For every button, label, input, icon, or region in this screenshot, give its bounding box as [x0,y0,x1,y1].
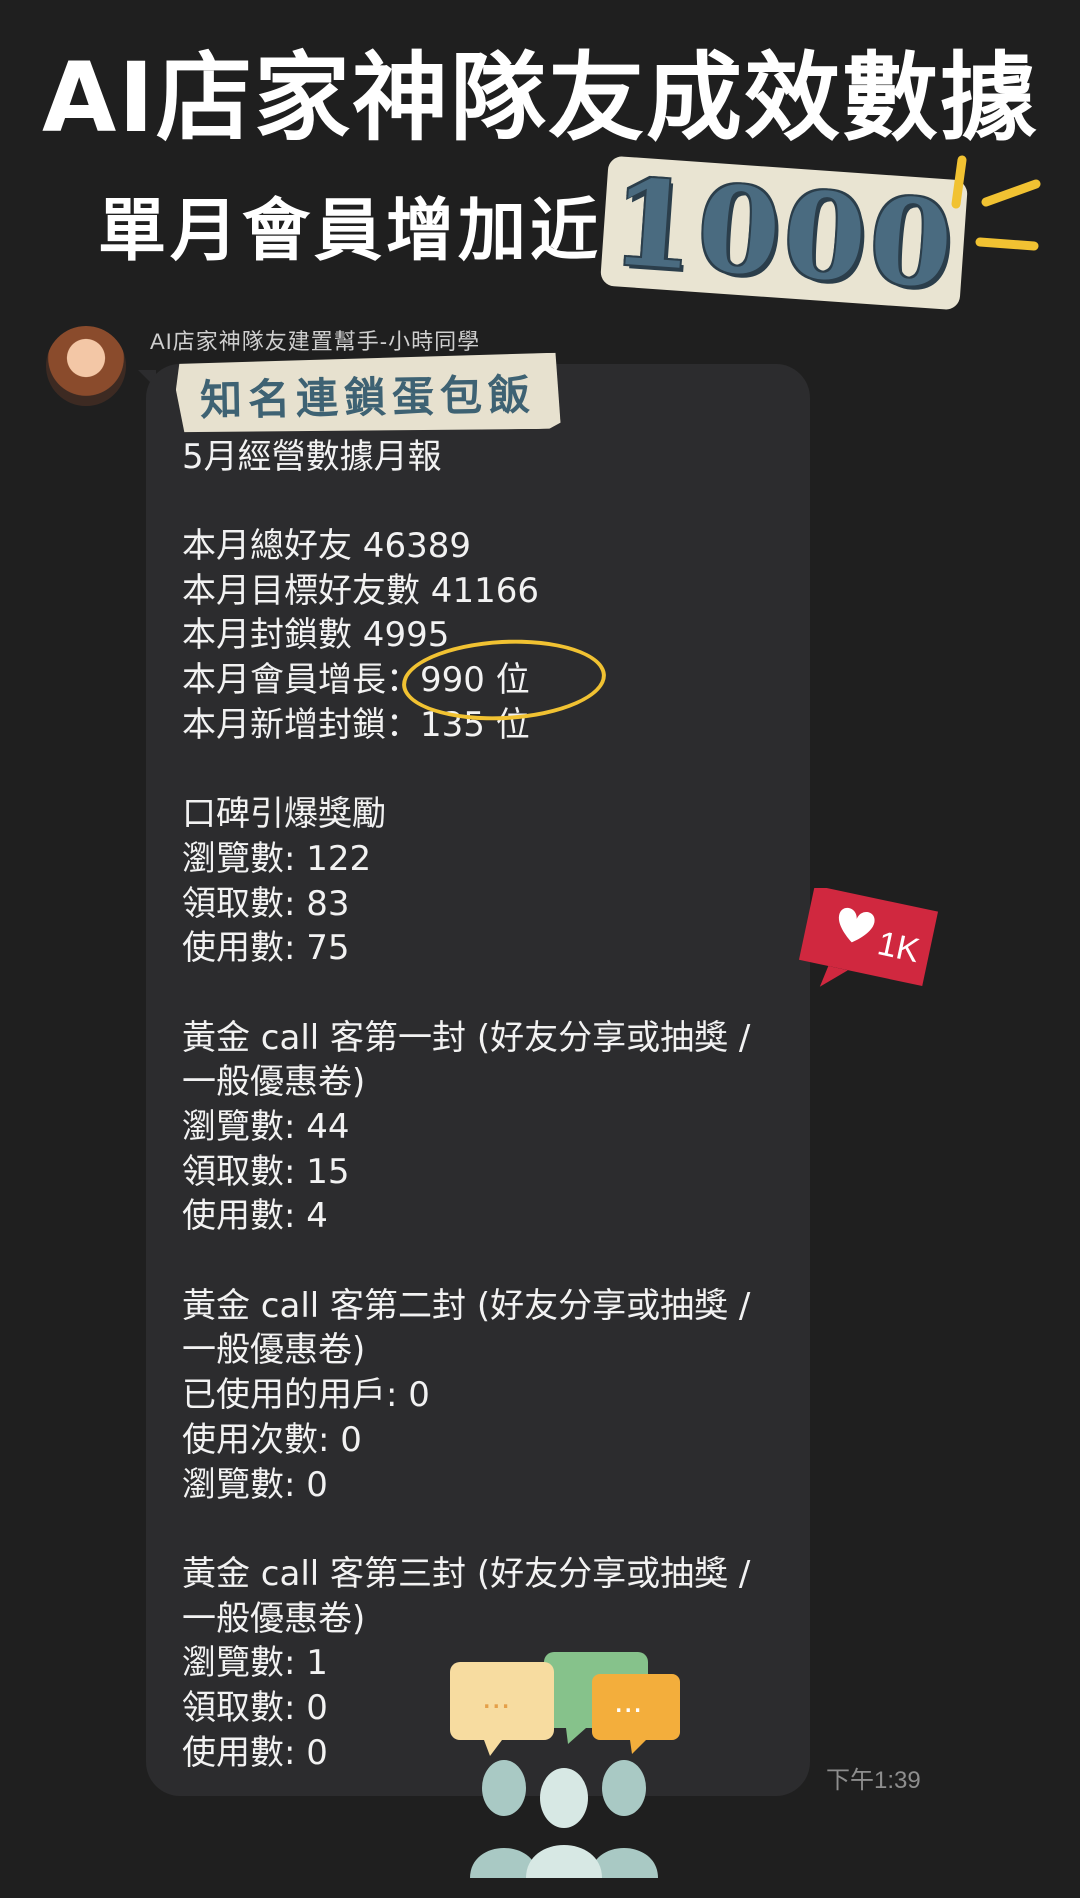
message-line: 一般優惠卷) [182,1598,366,1639]
message-line: 一般優惠卷) [182,1330,366,1371]
message-line: 使用次數: 0 [182,1419,362,1460]
message-line: 使用數: 75 [182,928,350,969]
message-line: 瀏覽數: 122 [182,838,372,879]
highlight-number-badge: 1000 [599,152,969,314]
message-line: 瀏覽數: 44 [182,1107,350,1147]
chat-dots-right: ... [614,1682,642,1720]
message-text: 所5月經營數據月報本月總好友 46389本月目標好友數 41166本月封鎖數 4… [182,390,792,1775]
brand-tag-text: 知名連鎖蛋包飯 [199,369,537,425]
like-badge-icon: 1K [798,888,939,987]
message-line: 瀏覽數: 0 [182,1464,328,1505]
message-line: 使用數: 4 [182,1196,328,1237]
message-line: 領取數: 15 [182,1151,350,1192]
message-line: 一般優惠卷) [182,1062,366,1103]
page-title: AI店家神隊友成效數據 [41,42,1038,154]
spark-lines-icon [951,155,1041,251]
chat-dots-left: ... [482,1678,510,1716]
message-line: 黃金 call 客第一封 (好友分享或抽獎 / [182,1017,751,1058]
message-line: 領取數: 83 [182,883,350,924]
message-line: 口碑引爆獎勵 [182,794,386,835]
brand-tag-label: 知名連鎖蛋包飯 [175,353,560,436]
message-line: 本月目標好友數 41166 [182,570,539,611]
group-chat-icon: ... ... [450,1652,680,1878]
message-line: 已使用的用戶: 0 [182,1375,430,1416]
highlight-number: 1000 [607,151,961,315]
message-line: 黃金 call 客第三封 (好友分享或抽獎 / [182,1553,751,1594]
page-subtitle: 單月會員增加近 [98,192,603,271]
message-line: 黃金 call 客第二封 (好友分享或抽獎 / [182,1285,751,1326]
message-time: 下午1:39 [826,1767,921,1794]
message-line: 5月經營數據月報 [182,436,442,477]
message-line: 本月總好友 46389 [182,526,471,567]
sender-avatar[interactable] [46,326,126,406]
sender-name: AI店家神隊友建置幫手-小時同學 [150,329,481,354]
